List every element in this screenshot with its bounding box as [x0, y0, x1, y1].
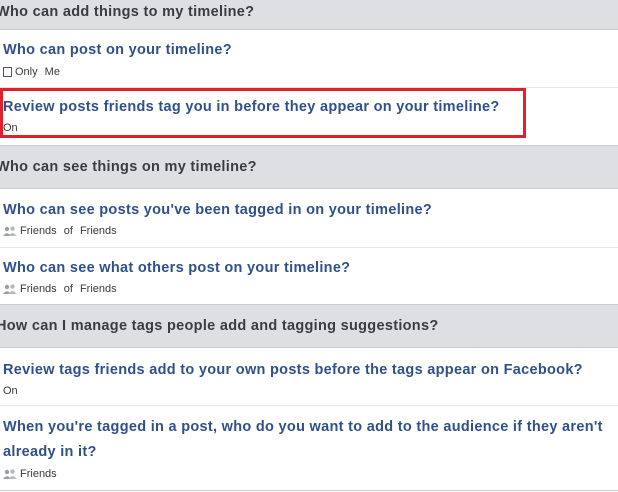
section-title: Who can add things to my timeline?	[0, 4, 255, 20]
setting-title[interactable]: Who can see what others post on your tim…	[3, 260, 350, 276]
setting-value-text: Only Me	[15, 66, 60, 78]
setting-value-text: Friends of Friends	[20, 225, 117, 237]
setting-value[interactable]: Friends of Friends	[3, 225, 117, 237]
setting-title[interactable]: Who can post on your timeline?	[3, 42, 232, 58]
setting-post-on-timeline[interactable]: Who can post on your timeline? Only Me	[0, 30, 618, 88]
setting-value[interactable]: On	[3, 122, 18, 134]
setting-value-text: Friends of Friends	[20, 283, 117, 295]
setting-value[interactable]: Only Me	[3, 66, 60, 78]
setting-title-line1[interactable]: When you're tagged in a post, who do you…	[3, 419, 603, 435]
setting-title[interactable]: Review tags friends add to your own post…	[3, 362, 583, 378]
setting-value[interactable]: Friends of Friends	[3, 283, 117, 295]
setting-see-tagged-posts[interactable]: Who can see posts you've been tagged in …	[0, 189, 618, 247]
setting-review-tag-posts[interactable]: Review posts friends tag you in before t…	[0, 88, 618, 144]
divider	[0, 490, 618, 491]
setting-value-text: Friends	[20, 468, 57, 480]
setting-review-tags[interactable]: Review tags friends add to your own post…	[0, 348, 618, 404]
setting-tagged-audience[interactable]: When you're tagged in a post, who do you…	[0, 405, 618, 492]
section-header-add-things: Who can add things to my timeline?	[0, 0, 618, 30]
section-title: How can I manage tags people add and tag…	[0, 318, 439, 334]
lock-icon	[3, 67, 12, 77]
setting-title[interactable]: Who can see posts you've been tagged in …	[3, 202, 432, 218]
section-title: Who can see things on my timeline?	[0, 159, 257, 175]
setting-title-line2[interactable]: already in it?	[3, 444, 97, 460]
friends-icon	[3, 226, 17, 236]
setting-value[interactable]: On	[3, 385, 18, 397]
friends-icon	[3, 469, 17, 479]
setting-value[interactable]: Friends	[3, 468, 57, 480]
friends-icon	[3, 284, 17, 294]
setting-title[interactable]: Review posts friends tag you in before t…	[3, 99, 500, 115]
setting-see-others-posts[interactable]: Who can see what others post on your tim…	[0, 247, 618, 303]
section-header-manage-tags: How can I manage tags people add and tag…	[0, 304, 618, 348]
section-header-see-things: Who can see things on my timeline?	[0, 145, 618, 189]
